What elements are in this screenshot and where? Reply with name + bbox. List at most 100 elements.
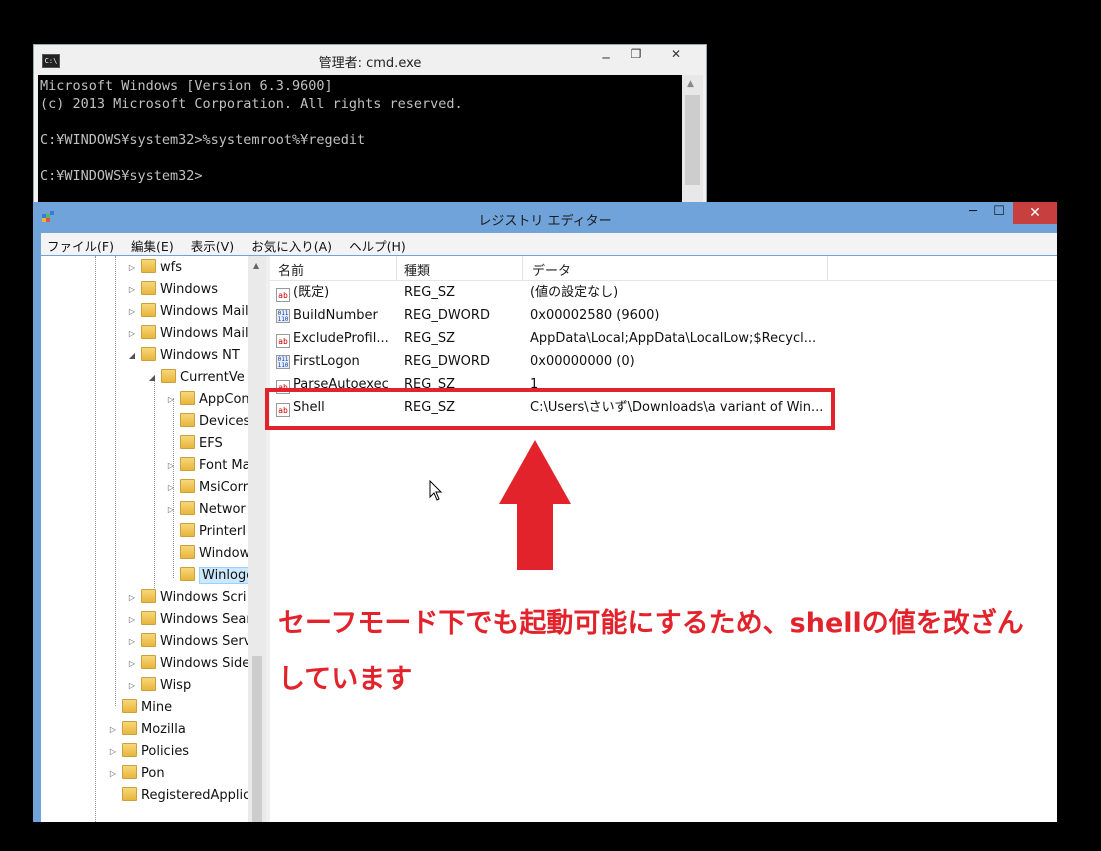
scroll-up-icon[interactable]: ▲ (253, 261, 259, 270)
expand-toggle-icon[interactable]: ▷ (108, 764, 118, 784)
values-pane[interactable]: 名前 種類 データ ab (既定) REG_SZ (値の設定なし) 011 110 Bui… (270, 256, 1057, 822)
cmd-scrollbar[interactable]: ▲ (682, 75, 703, 215)
cmd-titlebar[interactable]: C:\ 管理者: cmd.exe ─ ❐ ✕ (34, 45, 706, 75)
string-value-icon: ab (276, 288, 290, 302)
column-name[interactable]: 名前 (278, 260, 304, 279)
expand-toggle-icon[interactable]: ▷ (127, 676, 137, 696)
expand-toggle-icon[interactable]: ▷ (127, 324, 137, 344)
minimize-icon[interactable]: ─ (592, 51, 620, 65)
cmd-window[interactable]: C:\ 管理者: cmd.exe ─ ❐ ✕ Microsoft Windows… (33, 44, 707, 215)
expand-toggle-icon[interactable]: ▷ (127, 280, 137, 300)
tree-node[interactable]: ▷ Wisp (129, 676, 191, 696)
folder-icon (141, 303, 156, 317)
value-row[interactable]: 011 110 BuildNumber REG_DWORD 0x00002580 (9… (270, 304, 1057, 327)
folder-icon (180, 545, 195, 559)
column-data[interactable]: データ (532, 260, 571, 279)
tree-node[interactable]: ◢ Windows NT (129, 346, 240, 366)
column-separator[interactable] (522, 256, 523, 280)
expand-toggle-icon[interactable]: ▷ (166, 478, 176, 498)
column-type[interactable]: 種類 (404, 260, 430, 279)
menu-help[interactable]: ヘルプ(H) (343, 233, 412, 258)
expand-toggle-icon[interactable]: ▷ (127, 654, 137, 674)
column-separator[interactable] (827, 256, 828, 280)
tree-node[interactable]: ▷ Windows Mail (129, 302, 248, 322)
tree-node[interactable]: Mine (122, 698, 172, 718)
tree-node[interactable]: ▷ Font Ma (168, 456, 248, 476)
menu-favorites[interactable]: お気に入り(A) (245, 233, 338, 258)
close-icon[interactable]: ✕ (662, 47, 690, 61)
value-data: 0x00002580 (9600) (530, 308, 660, 323)
value-row[interactable]: 011 110 FirstLogon REG_DWORD 0x00000000 (0) (270, 350, 1057, 373)
tree-node[interactable]: ▷ Policies (110, 742, 190, 762)
tree-node[interactable]: ▷ Mozilla (110, 720, 186, 740)
expand-toggle-icon[interactable]: ▷ (166, 456, 176, 476)
tree-node[interactable]: RegisteredApplic (122, 786, 248, 806)
folder-icon (180, 501, 195, 515)
tree-node-label: PrinterI (199, 524, 247, 539)
close-icon[interactable]: ✕ (1013, 202, 1057, 224)
regedit-title: レジストリ エディター (478, 214, 612, 229)
tree-scrollbar[interactable]: ▲ (248, 256, 266, 822)
registry-tree[interactable]: ▷ wfs ▷ Windows ▷ Windows Mail ▷ Windows Mail ◢ W… (41, 256, 248, 822)
string-value-icon: ab (276, 334, 290, 348)
folder-icon (141, 281, 156, 295)
value-name: FirstLogon (293, 354, 360, 369)
menu-view[interactable]: 表示(V) (185, 233, 240, 258)
tree-node[interactable]: Winlogo (180, 566, 248, 586)
expand-toggle-icon[interactable]: ◢ (147, 368, 157, 388)
tree-node-label: Window (199, 546, 248, 561)
tree-node[interactable]: ◢ CurrentVe (149, 368, 245, 388)
tree-node[interactable]: ▷ Windows Sear (129, 610, 248, 630)
expand-toggle-icon[interactable]: ▷ (127, 632, 137, 652)
tree-node-label: RegisteredApplic (141, 788, 248, 803)
value-row[interactable]: ab (既定) REG_SZ (値の設定なし) (270, 281, 1057, 304)
value-row[interactable]: ab ExcludeProfil... REG_SZ AppData\Local;Ap… (270, 327, 1057, 350)
expand-toggle-icon[interactable]: ▷ (127, 610, 137, 630)
tree-node[interactable]: ▷ MsiCorr (168, 478, 248, 498)
minimize-icon[interactable]: ─ (959, 204, 987, 226)
tree-node-label: Windows Side (160, 656, 248, 671)
tree-node[interactable]: ▷ wfs (129, 258, 182, 278)
tree-node-label: CurrentVe (180, 370, 245, 385)
tree-node[interactable]: Devices (180, 412, 248, 432)
tree-node[interactable]: PrinterI (180, 522, 246, 542)
tree-node[interactable]: ▷ Windows (129, 280, 218, 300)
folder-icon (161, 369, 176, 383)
tree-node-label: Networ (199, 502, 246, 517)
tree-node[interactable]: ▷ Windows Serv (129, 632, 248, 652)
expand-toggle-icon[interactable]: ▷ (166, 500, 176, 520)
scroll-thumb[interactable] (252, 656, 262, 822)
expand-toggle-icon[interactable]: ▷ (166, 390, 176, 410)
column-separator[interactable] (396, 256, 397, 280)
scroll-thumb[interactable] (685, 95, 700, 185)
expand-toggle-icon[interactable]: ◢ (127, 346, 137, 366)
tree-node[interactable]: ▷ Pon (110, 764, 165, 784)
annotation-line-2: しています (278, 664, 413, 695)
value-name: (既定) (293, 285, 330, 300)
tree-node-label: Windows Serv (160, 634, 248, 649)
restore-icon[interactable]: ❐ (622, 47, 650, 61)
tree-node[interactable]: Window (180, 544, 248, 564)
maximize-icon[interactable]: ☐ (985, 204, 1013, 226)
scroll-up-icon[interactable]: ▲ (687, 79, 694, 89)
tree-node-label: Policies (141, 744, 190, 759)
tree-node[interactable]: ▷ Windows Mail (129, 324, 248, 344)
tree-node[interactable]: ▷ Windows Side (129, 654, 248, 674)
expand-toggle-icon[interactable]: ▷ (108, 720, 118, 740)
expand-toggle-icon[interactable]: ▷ (108, 742, 118, 762)
regedit-titlebar[interactable]: レジストリ エディター ─ ☐ ✕ (33, 202, 1057, 232)
tree-node-label: Windows Sear (160, 612, 248, 627)
tree-node[interactable]: ▷ AppCon (168, 390, 248, 410)
tree-node[interactable]: ▷ Networ (168, 500, 246, 520)
console-line: C:¥WINDOWS¥system32>%systemroot%¥regedit (40, 132, 366, 148)
expand-toggle-icon[interactable]: ▷ (127, 302, 137, 322)
menu-edit[interactable]: 編集(E) (125, 233, 180, 258)
menu-file[interactable]: ファイル(F) (41, 233, 120, 258)
tree-node[interactable]: ▷ Windows Scri (129, 588, 247, 608)
tree-node-label: MsiCorr (199, 480, 248, 495)
console-output[interactable]: Microsoft Windows [Version 6.3.9600] (c) … (38, 75, 682, 215)
tree-node[interactable]: EFS (180, 434, 223, 454)
expand-toggle-icon[interactable]: ▷ (127, 258, 137, 278)
value-name-cell: ab ExcludeProfil... (276, 327, 389, 350)
expand-toggle-icon[interactable]: ▷ (127, 588, 137, 608)
